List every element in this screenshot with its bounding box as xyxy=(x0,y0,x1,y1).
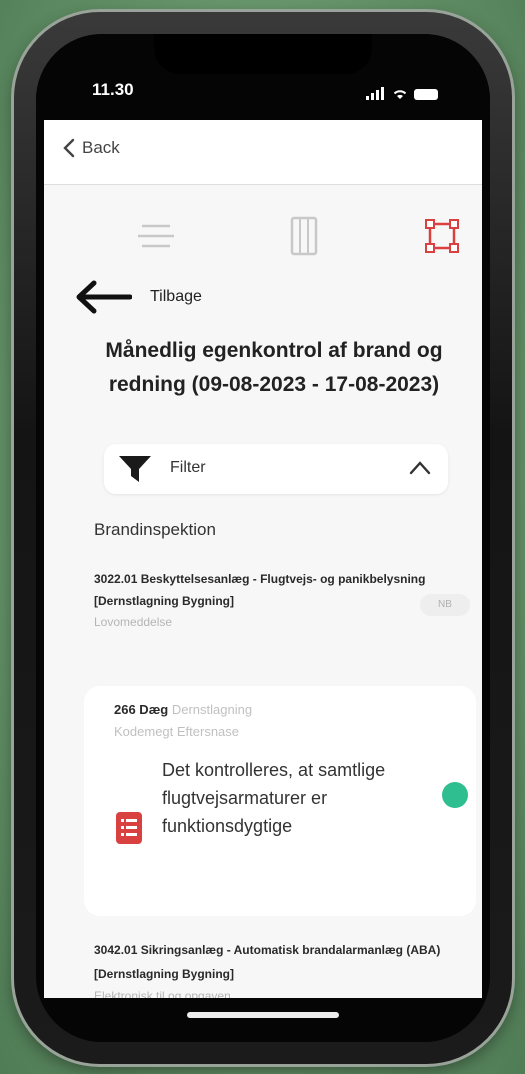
card-header-muted: Dernstlagning xyxy=(171,702,253,717)
item-badge: NB xyxy=(420,594,470,616)
status-bar: 11.30 xyxy=(36,34,490,120)
section-title: Brandinspektion xyxy=(94,520,216,539)
item-title: 3042.01 Sikringsanlæg - Automatisk brand… xyxy=(94,943,441,981)
filter-label: Filter xyxy=(170,459,206,476)
card-header-bold: 266 Dæg xyxy=(114,702,169,717)
document-icon xyxy=(290,216,318,256)
list-icon xyxy=(138,224,174,248)
status-dot[interactable] xyxy=(442,782,468,808)
status-time: 11.30 xyxy=(92,80,134,99)
app-screen: Back Tilbage Månedlig egenkontrol af bra… xyxy=(44,120,482,998)
arrow-left-icon xyxy=(76,280,132,314)
tab-bar xyxy=(44,212,482,264)
phone-frame: 11.30 Back Tilbage Månedlig egenkontrol … xyxy=(14,12,512,1064)
chevron-up-icon[interactable] xyxy=(408,458,432,478)
card-subtitle: Kodemegt Eftersnase xyxy=(114,724,240,739)
back-button[interactable]: Back xyxy=(62,138,120,158)
status-icons xyxy=(366,82,438,100)
list-item[interactable]: 3022.01 Beskyttelsesanlæg - Flugtvejs- o… xyxy=(94,568,470,632)
tab-document[interactable] xyxy=(280,212,328,260)
signal-icon xyxy=(366,82,386,100)
frame-icon xyxy=(425,219,459,253)
home-indicator-area xyxy=(36,998,490,1042)
item-subtitle: Lovomeddelse xyxy=(94,615,173,629)
filter-bar[interactable]: Filter xyxy=(104,444,448,494)
tilbage-link[interactable]: Tilbage xyxy=(74,280,202,314)
item-title: 3022.01 Beskyttelsesanlæg - Flugtvejs- o… xyxy=(94,572,426,608)
funnel-icon xyxy=(119,456,151,482)
list-item[interactable]: 3042.01 Sikringsanlæg - Automatisk brand… xyxy=(94,938,464,998)
checklist-icon xyxy=(116,812,142,844)
battery-icon xyxy=(414,89,438,100)
wifi-icon xyxy=(393,90,407,99)
tilbage-label: Tilbage xyxy=(150,288,202,305)
card-header: 266 Dæg Dernstlagning xyxy=(114,702,252,717)
card-text: Det kontrolleres, at samtlige flugtvejsa… xyxy=(162,760,386,836)
nav-bar: Back xyxy=(44,120,482,185)
notch xyxy=(154,34,372,74)
phone-bezel: 11.30 Back Tilbage Månedlig egenkontrol … xyxy=(36,34,490,1042)
home-indicator[interactable] xyxy=(187,1012,339,1018)
item-subtitle: Elektronisk til og opgaven xyxy=(94,989,231,998)
tab-list[interactable] xyxy=(132,212,180,260)
chevron-left-icon xyxy=(63,138,75,158)
tab-frame[interactable] xyxy=(418,212,466,260)
control-card[interactable]: 266 Dæg Dernstlagning Kodemegt Eftersnas… xyxy=(84,686,476,916)
page-title: Månedlig egenkontrol af brand og redning… xyxy=(105,339,443,396)
back-label: Back xyxy=(82,138,120,157)
